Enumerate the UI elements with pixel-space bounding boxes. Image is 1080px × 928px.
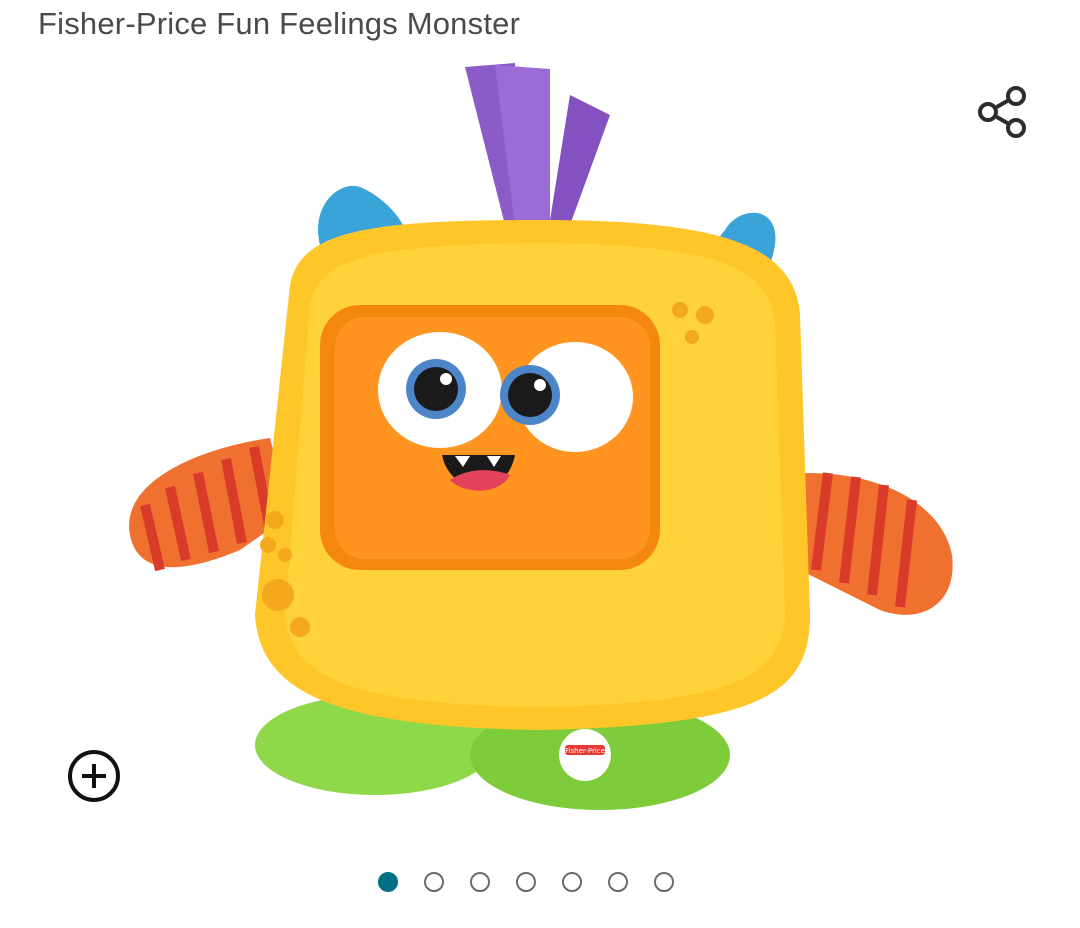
- carousel-dot[interactable]: [424, 872, 444, 892]
- carousel-dot[interactable]: [516, 872, 536, 892]
- share-icon[interactable]: [970, 80, 1034, 144]
- carousel-dot[interactable]: [470, 872, 490, 892]
- brand-badge-text: Fisher-Price: [565, 747, 605, 755]
- zoom-plus-icon[interactable]: [64, 746, 124, 806]
- product-title: Fisher-Price Fun Feelings Monster: [38, 6, 521, 41]
- carousel-dot[interactable]: [608, 872, 628, 892]
- image-carousel-dots: [378, 872, 674, 900]
- monster-toy-image[interactable]: Fisher-Price: [120, 55, 960, 825]
- carousel-dot[interactable]: [378, 872, 398, 892]
- carousel-dot[interactable]: [654, 872, 674, 892]
- carousel-dot[interactable]: [562, 872, 582, 892]
